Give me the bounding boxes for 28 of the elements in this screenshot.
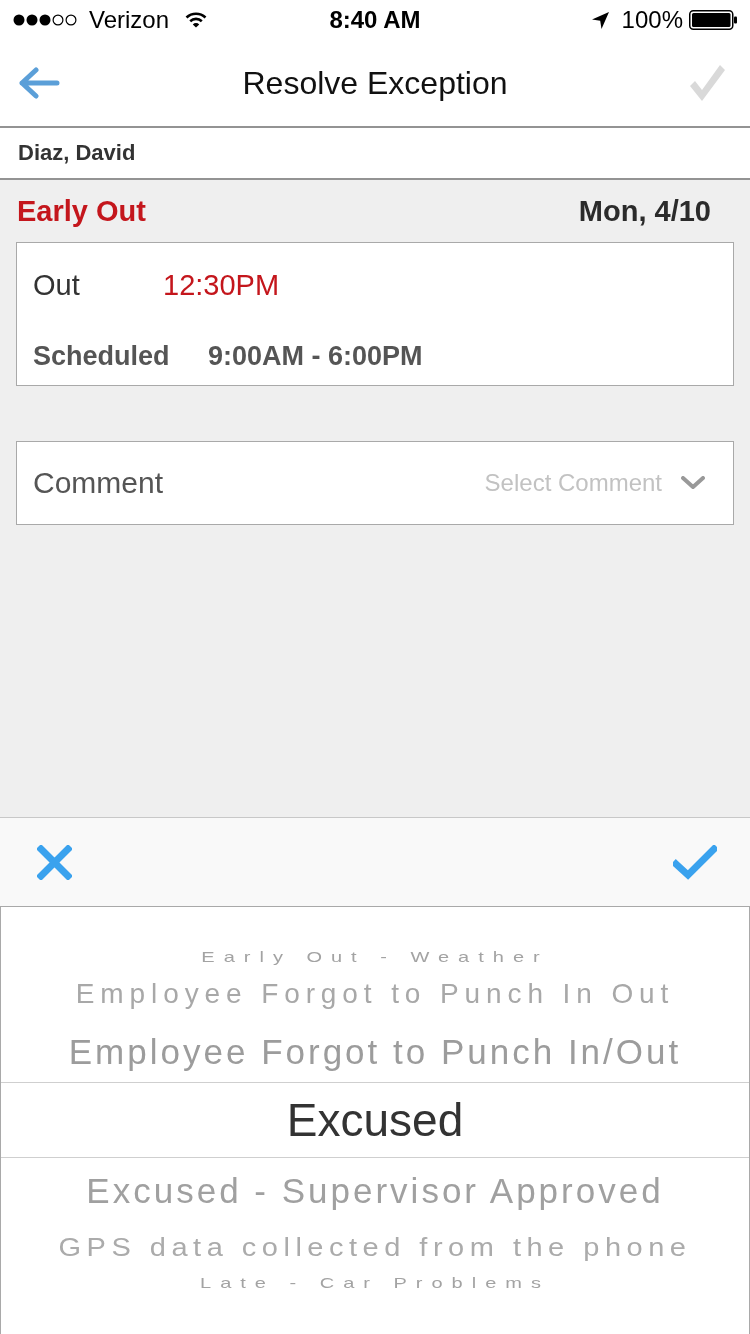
exception-type: Early Out	[17, 196, 146, 226]
battery-percentage: 100%	[621, 8, 683, 32]
punch-time: 9:00AM - 6:00PM	[208, 342, 423, 370]
carrier-name: Verizon	[89, 8, 170, 32]
arrow-left-icon	[18, 67, 60, 99]
signal-strength-icon	[13, 14, 79, 26]
picker-option[interactable]: Excused - Supervisor Approved	[1, 1158, 749, 1222]
check-icon	[673, 844, 717, 880]
battery-icon	[689, 10, 737, 30]
picker-option[interactable]: Employee Forgot to Punch In Out	[1, 968, 749, 1020]
close-icon	[37, 844, 72, 880]
comment-label: Comment	[33, 468, 164, 498]
picker-option[interactable]: Excused	[1, 1082, 749, 1158]
wifi-icon	[185, 12, 208, 28]
comment-select[interactable]: Select Comment	[484, 471, 705, 495]
punch-time: 12:30PM	[163, 270, 280, 300]
status-time: 8:40 AM	[329, 8, 421, 32]
picker-option[interactable]: Employee Forgot to Punch In/Out	[1, 1020, 749, 1082]
chevron-down-icon	[681, 476, 705, 490]
punch-label: Scheduled	[33, 342, 171, 370]
picker-option[interactable]: Late - Car Problems	[1, 1272, 749, 1294]
picker-option[interactable]: GPS data collected from the phone	[1, 1222, 749, 1272]
punch-label: Out	[33, 270, 81, 300]
picker-option[interactable]: Early Out - Weather	[1, 946, 749, 968]
exception-date: Mon, 4/10	[578, 196, 711, 226]
employee-name: Diaz, David	[18, 142, 136, 164]
screen-title: Resolve Exception	[241, 67, 509, 99]
location-arrow-icon	[591, 11, 609, 29]
